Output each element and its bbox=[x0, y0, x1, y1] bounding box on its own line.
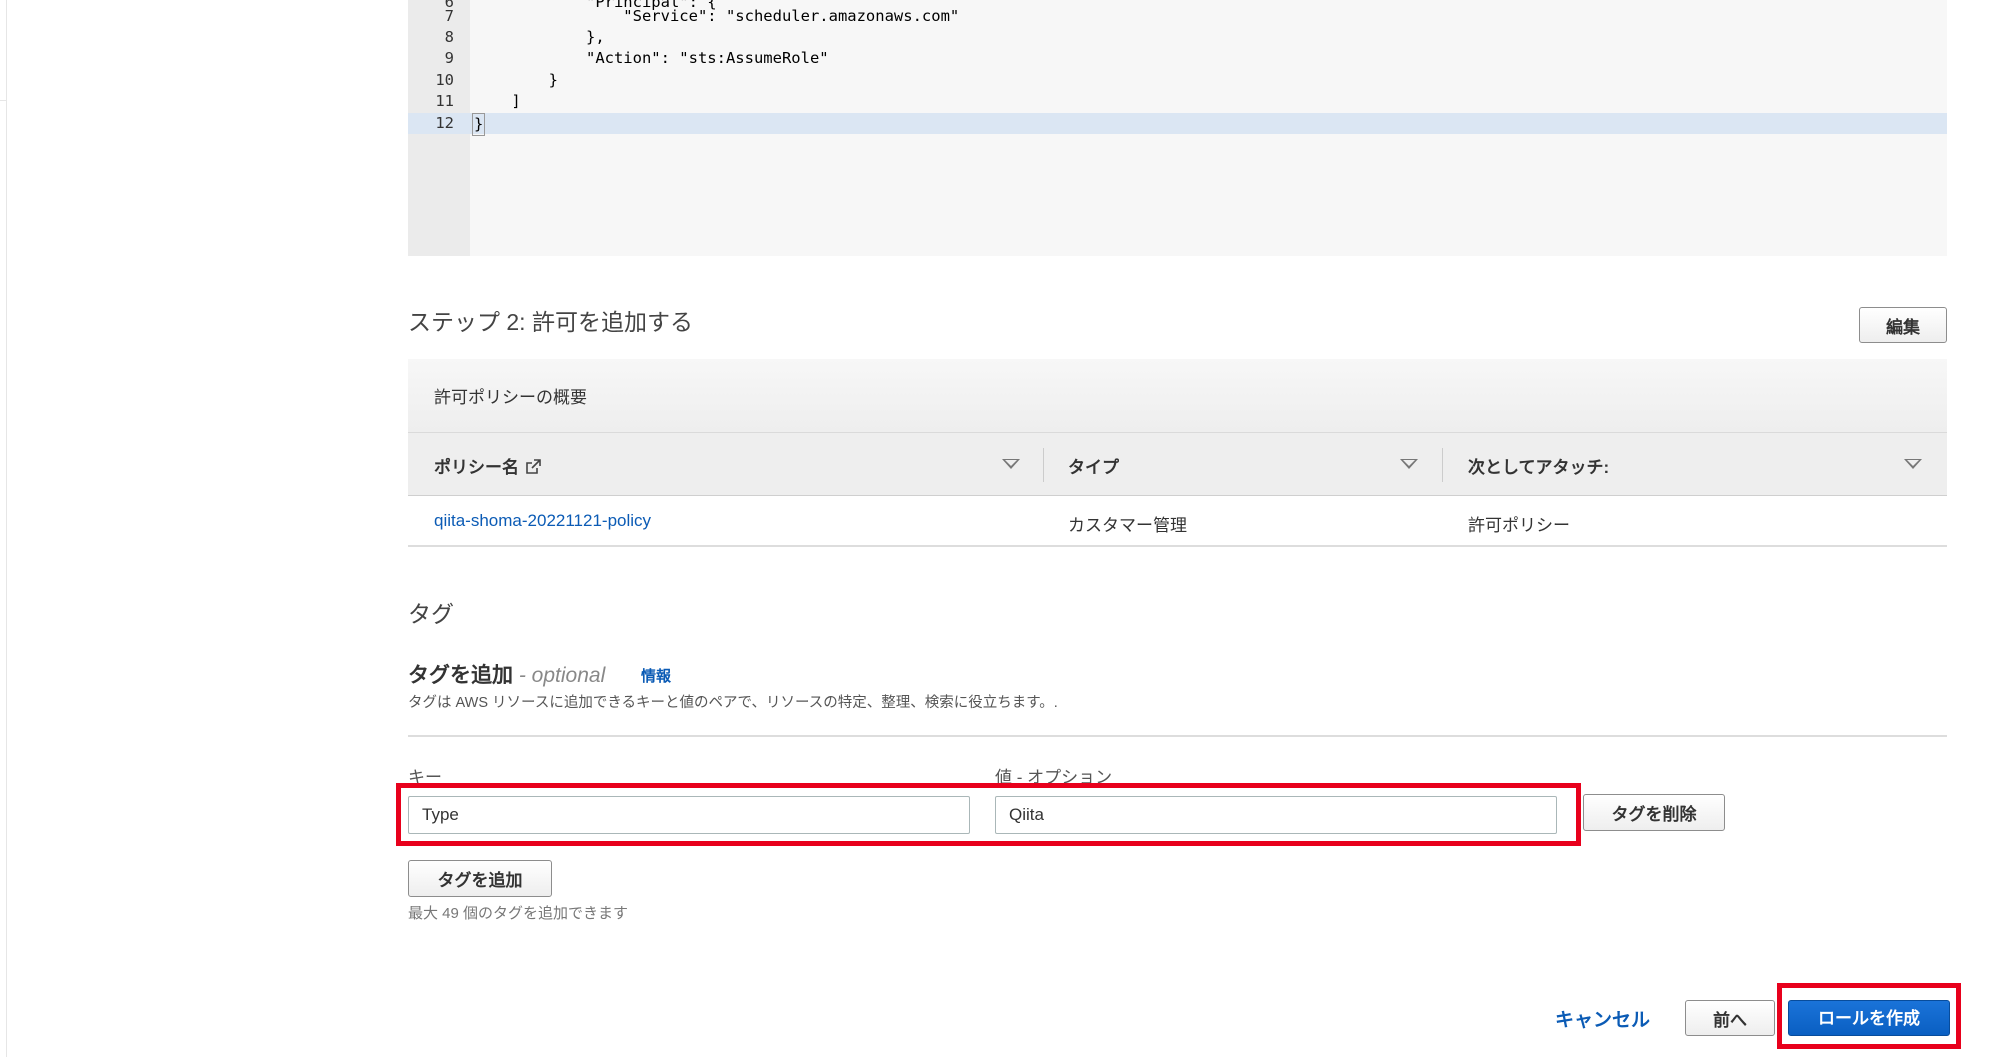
trust-policy-editor[interactable]: 6 "Principal": { 7 "Service": "scheduler… bbox=[408, 0, 1947, 256]
step2-title: ステップ 2: 許可を追加する bbox=[408, 309, 693, 335]
permissions-summary-title: 許可ポリシーの概要 bbox=[434, 388, 587, 407]
line-number: 8 bbox=[444, 28, 454, 46]
permissions-summary-header: 許可ポリシーの概要 bbox=[408, 359, 1947, 433]
cancel-link[interactable]: キャンセル bbox=[1555, 1005, 1650, 1032]
tags-description: タグは AWS リソースに追加できるキーと値のペアで、リソースの特定、整理、検索… bbox=[408, 695, 1058, 711]
column-header-attached-as[interactable]: 次としてアタッチ: bbox=[1468, 453, 1609, 478]
sort-caret-icon[interactable] bbox=[1400, 459, 1418, 469]
code-text: }, bbox=[474, 28, 605, 46]
line-number: 10 bbox=[435, 71, 454, 89]
sort-caret-icon[interactable] bbox=[1002, 459, 1020, 469]
annotation-highlight-tag-inputs bbox=[396, 783, 1581, 846]
policy-type: カスタマー管理 bbox=[1068, 516, 1187, 535]
code-line: 9 "Action": "sts:AssumeRole" bbox=[408, 48, 1947, 69]
tag-limit-hint: 最大 49 個のタグを追加できます bbox=[408, 905, 629, 922]
left-panel-border bbox=[6, 0, 7, 1057]
code-line: 7 "Service": "scheduler.amazonaws.com" bbox=[408, 6, 1947, 27]
policy-table-header: ポリシー名 タイプ 次としてアタッチ: bbox=[408, 433, 1947, 496]
line-number: 11 bbox=[435, 92, 454, 110]
left-panel-tick bbox=[0, 100, 6, 101]
remove-tag-button[interactable]: タグを削除 bbox=[1583, 794, 1725, 831]
line-number: 7 bbox=[444, 7, 454, 25]
table-row: qiita-shoma-20221121-policy カスタマー管理 許可ポリ… bbox=[408, 496, 1947, 547]
policy-name-link[interactable]: qiita-shoma-20221121-policy bbox=[434, 511, 651, 531]
column-header-policy-name[interactable]: ポリシー名 bbox=[434, 453, 541, 478]
tags-section-title: タグ bbox=[408, 601, 454, 627]
code-line: 10 } bbox=[408, 70, 1947, 91]
code-text: } bbox=[472, 113, 486, 136]
column-divider bbox=[1043, 448, 1044, 482]
divider bbox=[408, 735, 1947, 737]
back-button[interactable]: 前へ bbox=[1685, 1000, 1775, 1036]
add-tags-title: タグを追加 - optional bbox=[408, 664, 606, 687]
annotation-highlight-create-button bbox=[1777, 983, 1961, 1049]
edit-step2-button[interactable]: 編集 bbox=[1859, 307, 1947, 343]
external-link-icon bbox=[526, 459, 541, 474]
code-text: } bbox=[474, 71, 558, 89]
code-line: 8 }, bbox=[408, 27, 1947, 48]
column-header-type[interactable]: タイプ bbox=[1068, 453, 1119, 478]
add-tag-button[interactable]: タグを追加 bbox=[408, 860, 552, 897]
code-text: ] bbox=[474, 92, 521, 110]
code-text: "Action": "sts:AssumeRole" bbox=[474, 49, 829, 67]
policy-attached-as: 許可ポリシー bbox=[1468, 516, 1570, 535]
code-line: 11 ] bbox=[408, 91, 1947, 112]
code-text: "Service": "scheduler.amazonaws.com" bbox=[474, 7, 960, 25]
column-divider bbox=[1442, 448, 1443, 482]
line-number: 9 bbox=[444, 49, 454, 67]
sort-caret-icon[interactable] bbox=[1904, 459, 1922, 469]
info-link[interactable]: 情報 bbox=[641, 665, 671, 686]
code-line-active: 12 } bbox=[408, 113, 1947, 136]
